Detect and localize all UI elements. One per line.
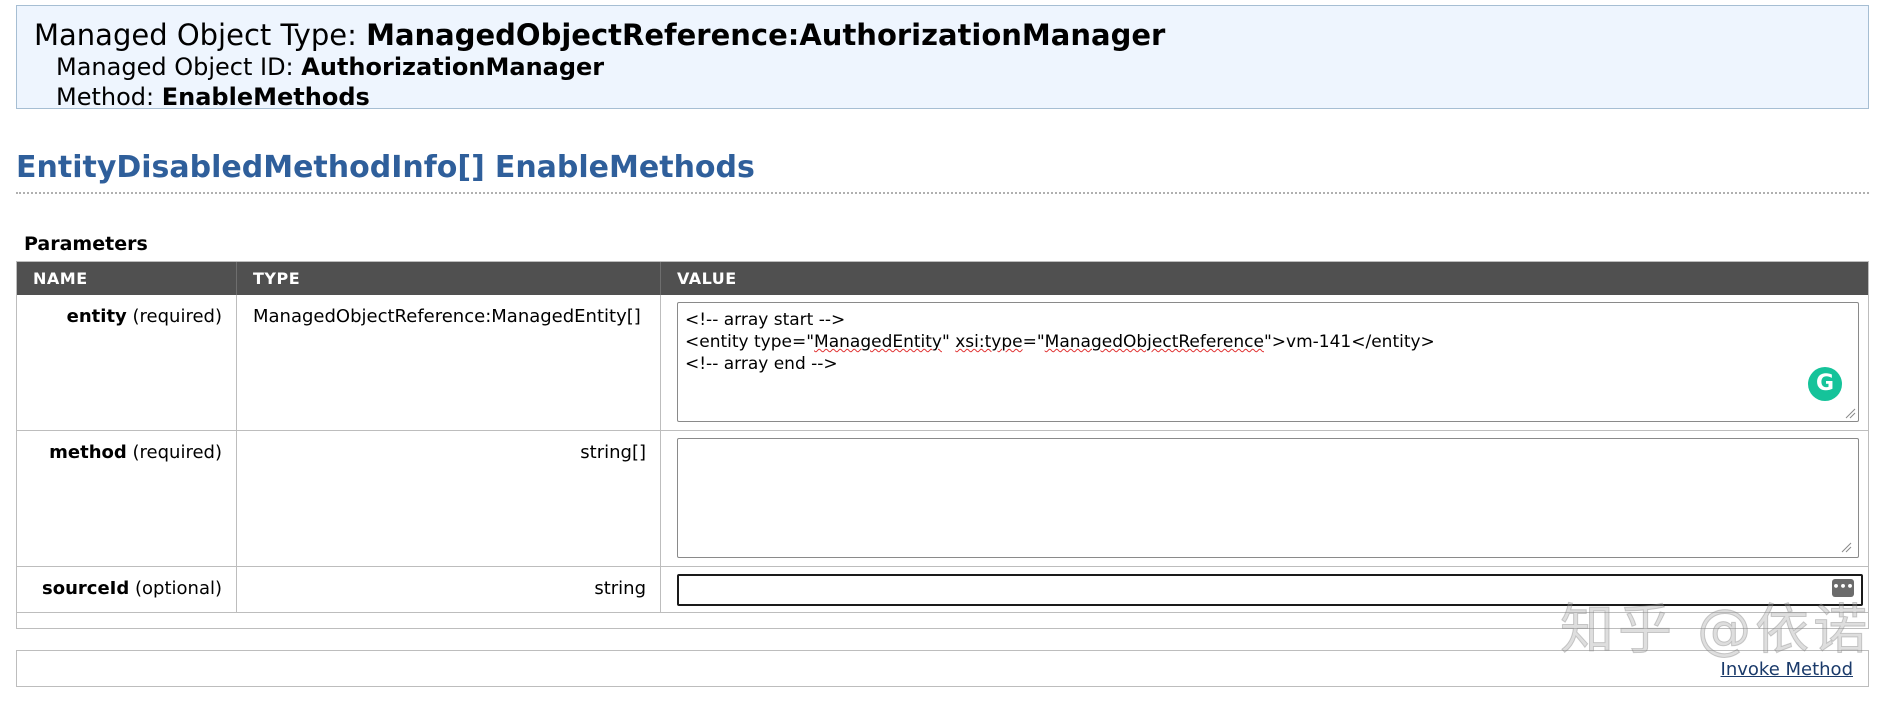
- parameters-heading: Parameters: [24, 233, 148, 255]
- table-header: NAME TYPE VALUE: [17, 262, 1868, 295]
- param-type-method: string[]: [236, 431, 660, 566]
- method-name: EnableMethods: [494, 150, 755, 185]
- entity-value-textarea[interactable]: <!-- array start --> <entity type="Manag…: [677, 302, 1859, 422]
- managed-object-header: Managed Object Type: ManagedObjectRefere…: [16, 5, 1869, 112]
- column-header-type: TYPE: [236, 262, 660, 295]
- resize-grip-icon[interactable]: [1840, 541, 1852, 553]
- spellcheck-word: ManagedEntity: [814, 332, 942, 352]
- method-label: Method:: [56, 83, 155, 111]
- managed-object-type-label: Managed Object Type:: [34, 18, 357, 52]
- spellcheck-word: ManagedObjectReference: [1044, 332, 1264, 352]
- param-name-sourceid: sourceId: [42, 578, 130, 599]
- param-name-entity: entity: [66, 306, 127, 327]
- param-qualifier: (required): [132, 442, 222, 463]
- watermark: 知乎 @依诺: [1559, 598, 1872, 662]
- param-name-cell: method (required): [17, 431, 236, 566]
- param-qualifier: (required): [132, 306, 222, 327]
- method-signature-title: EntityDisabledMethodInfo[] EnableMethods: [16, 150, 1869, 194]
- method-return-type: EntityDisabledMethodInfo[]: [16, 150, 485, 185]
- line2-part: <entity type=": [685, 332, 815, 352]
- page: Managed Object Type: ManagedObjectRefere…: [0, 0, 1889, 709]
- method-value: EnableMethods: [161, 83, 370, 111]
- managed-object-id-label: Managed Object ID:: [56, 53, 294, 81]
- spellcheck-word: xsi:type: [955, 332, 1023, 352]
- param-name-method: method: [49, 442, 127, 463]
- parameters-table: NAME TYPE VALUE entity (required) Manage…: [16, 261, 1869, 629]
- line2-part: =": [1022, 332, 1045, 352]
- managed-object-id-value: AuthorizationManager: [301, 53, 605, 81]
- line2-part: ">vm-141</entity>: [1263, 332, 1435, 352]
- method-value-textarea[interactable]: [677, 438, 1859, 558]
- textarea-line-3: <!-- array end -->: [685, 354, 838, 374]
- grammarly-icon[interactable]: G: [1808, 367, 1842, 401]
- param-name-cell: entity (required): [17, 295, 236, 430]
- textarea-line-2: <entity type="ManagedEntity" xsi:type="M…: [685, 332, 1435, 352]
- param-name-cell: sourceId (optional): [17, 567, 236, 612]
- resize-grip-icon[interactable]: [1844, 407, 1856, 419]
- autofill-icon[interactable]: •••: [1832, 579, 1854, 597]
- param-qualifier: (optional): [135, 578, 222, 599]
- textarea-line-1: <!-- array start -->: [685, 310, 846, 330]
- table-row-method: method (required) string[]: [17, 431, 1868, 567]
- managed-object-id-line: Managed Object ID: AuthorizationManager: [34, 52, 1852, 82]
- method-line: Method: EnableMethods: [34, 82, 1852, 112]
- line2-part: ": [942, 332, 956, 352]
- param-value-cell: <!-- array start --> <entity type="Manag…: [660, 295, 1868, 430]
- param-type-entity: ManagedObjectReference:ManagedEntity[]: [236, 295, 660, 430]
- table-row-entity: entity (required) ManagedObjectReference…: [17, 295, 1868, 431]
- param-value-cell: [660, 431, 1868, 566]
- column-header-value: VALUE: [660, 262, 1868, 295]
- invoke-method-link[interactable]: Invoke Method: [1721, 659, 1853, 681]
- managed-object-type-value: ManagedObjectReference:AuthorizationMana…: [366, 18, 1166, 52]
- column-header-name: NAME: [33, 269, 88, 288]
- managed-object-type-line: Managed Object Type: ManagedObjectRefere…: [34, 18, 1852, 52]
- param-type-sourceid: string: [236, 567, 660, 612]
